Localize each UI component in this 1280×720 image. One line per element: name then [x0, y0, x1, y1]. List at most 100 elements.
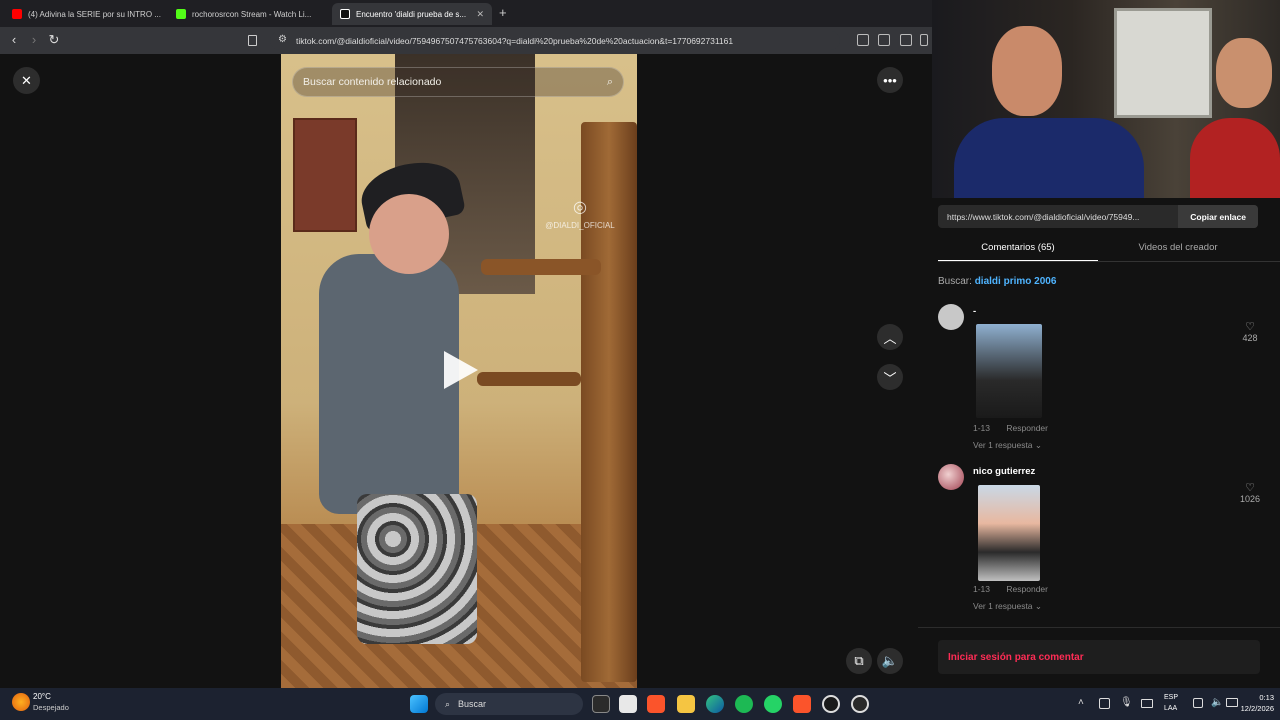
share-link-text: https://www.tiktok.com/@dialdioficial/vi… — [947, 211, 1140, 222]
taskbar-search[interactable]: ⌕ Buscar — [435, 693, 583, 715]
network-icon[interactable] — [1193, 698, 1203, 708]
search-prefix: Buscar: — [938, 276, 972, 287]
comment-meta: 1-13 Responder — [973, 423, 1062, 433]
previous-video-button[interactable]: ︿ — [877, 324, 903, 350]
search-placeholder: Buscar contenido relacionado — [303, 76, 442, 88]
close-icon: ✕ — [21, 72, 32, 88]
task-view-icon[interactable] — [592, 695, 610, 713]
like-button[interactable]: ♡ 428 — [1238, 320, 1262, 343]
show-hidden-icons[interactable]: ˄ — [1078, 697, 1084, 708]
volume-icon[interactable]: 🔈 — [1211, 697, 1223, 708]
comment-sticker-image[interactable] — [976, 324, 1042, 418]
new-tab-button[interactable]: + — [499, 5, 507, 20]
chevron-down-icon: ⌄ — [1034, 601, 1043, 611]
weather-temp[interactable]: 20°C — [33, 692, 51, 701]
search-query-link[interactable]: dialdi primo 2006 — [975, 276, 1057, 287]
address-toolbar: ‹ › ↻ ⚙ tiktok.com/@dialdioficial/video/… — [0, 27, 932, 54]
language-code[interactable]: ESP — [1164, 694, 1178, 701]
windows-start-icon[interactable] — [410, 695, 428, 713]
back-icon[interactable]: ‹ — [6, 32, 22, 47]
next-video-button[interactable]: ﹀ — [877, 364, 903, 390]
person-torso — [319, 254, 459, 514]
brave-icon[interactable] — [793, 695, 811, 713]
copy-link-button[interactable]: Copiar enlace — [1178, 205, 1258, 228]
browser-tab-active[interactable]: Encuentro 'dialdi prueba de s... ✕ — [332, 3, 492, 25]
webcam-overlay — [932, 0, 1280, 198]
forward-icon[interactable]: › — [26, 32, 42, 47]
login-prompt: Iniciar sesión para comentar — [948, 651, 1084, 663]
cast-icon[interactable] — [878, 34, 890, 46]
comment-sticker-image[interactable] — [978, 485, 1040, 581]
person-shorts — [357, 494, 477, 644]
clock-date[interactable]: 12/2/2026 — [1226, 704, 1274, 713]
search-suggestion[interactable]: Buscar: dialdi primo 2006 — [938, 276, 1056, 287]
app-icon[interactable] — [851, 695, 869, 713]
person-head — [369, 194, 449, 274]
close-video-button[interactable]: ✕ — [13, 67, 40, 94]
microphone-icon[interactable]: 🎙 — [1120, 697, 1133, 708]
edge-icon[interactable] — [706, 695, 724, 713]
spotify-icon[interactable] — [735, 695, 753, 713]
browser-tab[interactable]: (4) Adivina la SERIE por su INTRO ... — [4, 3, 164, 25]
instagram-icon: ◎ — [573, 199, 587, 216]
site-info-icon[interactable]: ⚙ — [278, 34, 287, 45]
tab-creator-videos[interactable]: Videos del creador — [1098, 238, 1258, 262]
volume-icon: 🔈 — [881, 653, 899, 668]
obs-icon[interactable] — [822, 695, 840, 713]
poster — [293, 118, 357, 232]
translate-icon[interactable] — [857, 34, 869, 46]
like-button[interactable]: ♡ 1026 — [1238, 481, 1262, 504]
close-tab-icon[interactable]: ✕ — [470, 9, 484, 20]
search-icon[interactable]: ⌕ — [607, 76, 613, 89]
play-icon[interactable] — [444, 351, 478, 389]
reply-link[interactable]: Responder — [1006, 423, 1048, 433]
url-text: tiktok.com/@dialdioficial/video/75949675… — [296, 35, 734, 46]
tab-title: rochorosrcon Stream - Watch Li... — [192, 9, 312, 19]
chevron-down-icon: ⌄ — [1034, 440, 1043, 450]
avatar[interactable] — [938, 464, 964, 490]
clock-time[interactable]: 0:13 — [1244, 693, 1274, 702]
url-field[interactable]: ⚙ tiktok.com/@dialdioficial/video/759496… — [270, 31, 840, 50]
taskbar — [0, 688, 1280, 720]
bookmark-icon[interactable] — [248, 35, 257, 46]
weather-icon[interactable] — [12, 693, 30, 711]
share-link-box[interactable]: https://www.tiktok.com/@dialdioficial/vi… — [938, 205, 1258, 228]
login-to-comment-button[interactable]: Iniciar sesión para comentar — [938, 640, 1260, 674]
streamer-face — [992, 26, 1062, 116]
weather-desc[interactable]: Despejado — [33, 703, 69, 712]
whatsapp-icon[interactable] — [764, 695, 782, 713]
share-icon[interactable] — [920, 34, 928, 46]
reload-icon[interactable]: ↻ — [46, 32, 62, 48]
comment-author[interactable]: nico gutierrez — [973, 466, 1035, 477]
related-search-input[interactable]: Buscar contenido relacionado ⌕ — [292, 67, 624, 97]
tray-icon[interactable] — [1099, 698, 1110, 709]
watermark-text: @DIALDI_OFICIAL — [545, 221, 615, 230]
keyboard-icon[interactable] — [1141, 699, 1153, 708]
tab-divider — [938, 261, 1280, 262]
panel-divider — [918, 627, 1280, 628]
app-icon[interactable] — [619, 695, 637, 713]
extension-icon[interactable] — [900, 34, 912, 46]
avatar[interactable] — [938, 304, 964, 330]
comment-date: 1-13 — [973, 584, 991, 594]
tiktok-icon — [340, 9, 350, 19]
pip-button[interactable]: ⧉ — [846, 648, 872, 674]
view-replies[interactable]: Ver 1 respuesta ⌄ — [973, 601, 1042, 612]
language-variant[interactable]: LAA — [1164, 705, 1177, 712]
brave-icon[interactable] — [647, 695, 665, 713]
tab-comments[interactable]: Comentarios (65) — [938, 238, 1098, 262]
youtube-icon — [12, 9, 22, 19]
chevron-down-icon: ﹀ — [883, 370, 897, 386]
comment-author[interactable]: - — [973, 306, 976, 317]
dummy-arm — [477, 372, 581, 386]
view-replies[interactable]: Ver 1 respuesta ⌄ — [973, 440, 1042, 451]
more-options-button[interactable]: ••• — [877, 67, 903, 93]
file-explorer-icon[interactable] — [677, 695, 695, 713]
browser-tab-bar: (4) Adivina la SERIE por su INTRO ... ro… — [0, 0, 932, 27]
reply-link[interactable]: Responder — [1006, 584, 1048, 594]
volume-button[interactable]: 🔈 — [877, 648, 903, 674]
taskbar-search-label: Buscar — [458, 699, 487, 709]
whiteboard — [1114, 8, 1212, 118]
guest-face — [1216, 38, 1272, 108]
browser-tab[interactable]: rochorosrcon Stream - Watch Li... — [168, 3, 328, 25]
